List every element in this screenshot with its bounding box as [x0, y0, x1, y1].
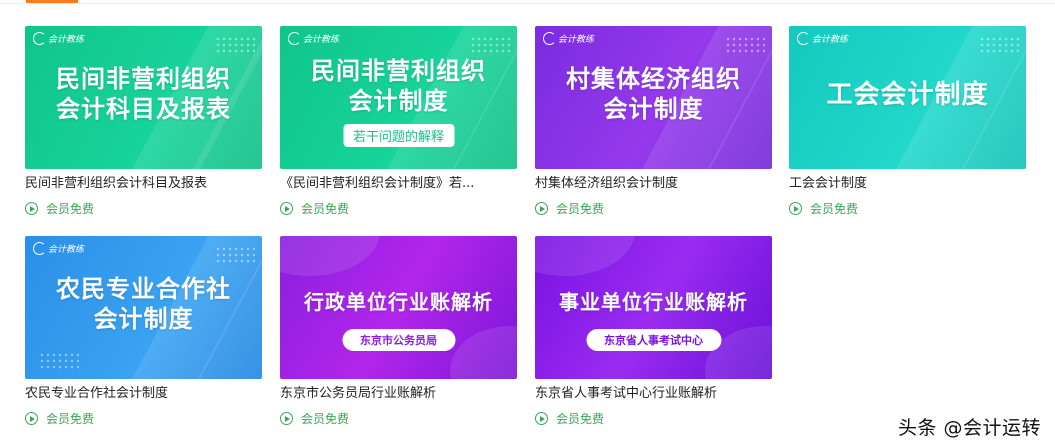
- play-icon: [25, 202, 38, 215]
- course-thumbnail[interactable]: 会计教练 工会会计制度: [789, 26, 1026, 169]
- course-title[interactable]: 东京市公务员局行业账解析: [280, 386, 517, 402]
- thumbnail-badge: 东京省人事考试中心: [586, 329, 721, 351]
- play-icon: [535, 412, 548, 425]
- member-free-label: 会员免费: [301, 202, 350, 216]
- course-access: 会员免费: [25, 410, 262, 427]
- thumbnail-title: 农民专业合作社 会计制度: [56, 275, 231, 333]
- course-card[interactable]: 事业单位行业账解析 东京省人事考试中心 东京省人事考试中心行业账解析 会员免费: [535, 236, 772, 427]
- course-title[interactable]: 农民专业合作社会计制度: [25, 386, 262, 402]
- member-free-label: 会员免费: [556, 202, 605, 216]
- brand-logo-icon: [288, 32, 301, 45]
- play-icon: [280, 202, 293, 215]
- member-free-label: 会员免费: [46, 202, 95, 216]
- course-thumbnail[interactable]: 会计教练 村集体经济组织 会计制度: [535, 26, 772, 169]
- thumbnail-badge: 东京市公务员局: [342, 329, 455, 351]
- thumbnail-title: 工会会计制度: [826, 80, 989, 110]
- section-divider: [0, 0, 1055, 4]
- brand-logo: 会计教练: [33, 242, 84, 255]
- course-card[interactable]: 会计教练 农民专业合作社 会计制度 农民专业合作社会计制度 会员免费: [25, 236, 262, 427]
- course-access: 会员免费: [789, 200, 1026, 217]
- play-icon: [789, 202, 802, 215]
- watermark: 头条 @会计运转: [897, 417, 1041, 439]
- course-title[interactable]: 民间非营利组织会计科目及报表: [25, 176, 262, 192]
- brand-logo: 会计教练: [288, 32, 339, 45]
- brand-logo-icon: [33, 32, 46, 45]
- brand-logo-icon: [543, 32, 556, 45]
- brand-logo-icon: [33, 242, 46, 255]
- thumbnail-title: 民间非营利组织 会计科目及报表: [56, 65, 231, 123]
- course-access: 会员免费: [25, 200, 262, 217]
- brand-logo: 会计教练: [797, 32, 848, 45]
- course-access: 会员免费: [280, 410, 517, 427]
- course-access: 会员免费: [535, 200, 772, 217]
- thumbnail-title: 事业单位行业账解析: [559, 290, 748, 314]
- brand-logo-icon: [797, 32, 810, 45]
- play-icon: [280, 412, 293, 425]
- course-thumbnail[interactable]: 会计教练 民间非营利组织 会计科目及报表: [25, 26, 262, 169]
- course-card[interactable]: 会计教练 民间非营利组织 会计科目及报表 民间非营利组织会计科目及报表 会员免费: [25, 26, 262, 217]
- course-title[interactable]: 《民间非营利组织会计制度》若...: [280, 176, 517, 192]
- brand-logo: 会计教练: [33, 32, 84, 45]
- course-title[interactable]: 东京省人事考试中心行业账解析: [535, 386, 772, 402]
- member-free-label: 会员免费: [46, 412, 95, 426]
- course-access: 会员免费: [535, 410, 772, 427]
- course-card[interactable]: 会计教练 民间非营利组织 会计制度 若干问题的解释 《民间非营利组织会计制度》若…: [280, 26, 517, 217]
- course-title[interactable]: 村集体经济组织会计制度: [535, 176, 772, 192]
- course-card[interactable]: 行政单位行业账解析 东京市公务员局 东京市公务员局行业账解析 会员免费: [280, 236, 517, 427]
- course-card[interactable]: 会计教练 工会会计制度 工会会计制度 会员免费: [789, 26, 1026, 217]
- course-thumbnail[interactable]: 会计教练 农民专业合作社 会计制度: [25, 236, 262, 379]
- course-access: 会员免费: [280, 200, 517, 217]
- thumbnail-title: 民间非营利组织 会计制度: [311, 57, 486, 115]
- member-free-label: 会员免费: [556, 412, 605, 426]
- play-icon: [25, 412, 38, 425]
- thumbnail-title: 村集体经济组织 会计制度: [566, 65, 741, 123]
- member-free-label: 会员免费: [810, 202, 859, 216]
- member-free-label: 会员免费: [301, 412, 350, 426]
- thumbnail-badge: 若干问题的解释: [342, 124, 455, 147]
- play-icon: [535, 202, 548, 215]
- course-thumbnail[interactable]: 会计教练 民间非营利组织 会计制度 若干问题的解释: [280, 26, 517, 169]
- thumbnail-title: 行政单位行业账解析: [304, 290, 493, 314]
- course-thumbnail[interactable]: 行政单位行业账解析 东京市公务员局: [280, 236, 517, 379]
- course-card[interactable]: 会计教练 村集体经济组织 会计制度 村集体经济组织会计制度 会员免费: [535, 26, 772, 217]
- course-thumbnail[interactable]: 事业单位行业账解析 东京省人事考试中心: [535, 236, 772, 379]
- active-tab-indicator: [26, 0, 78, 3]
- brand-logo: 会计教练: [543, 32, 594, 45]
- course-title[interactable]: 工会会计制度: [789, 176, 1026, 192]
